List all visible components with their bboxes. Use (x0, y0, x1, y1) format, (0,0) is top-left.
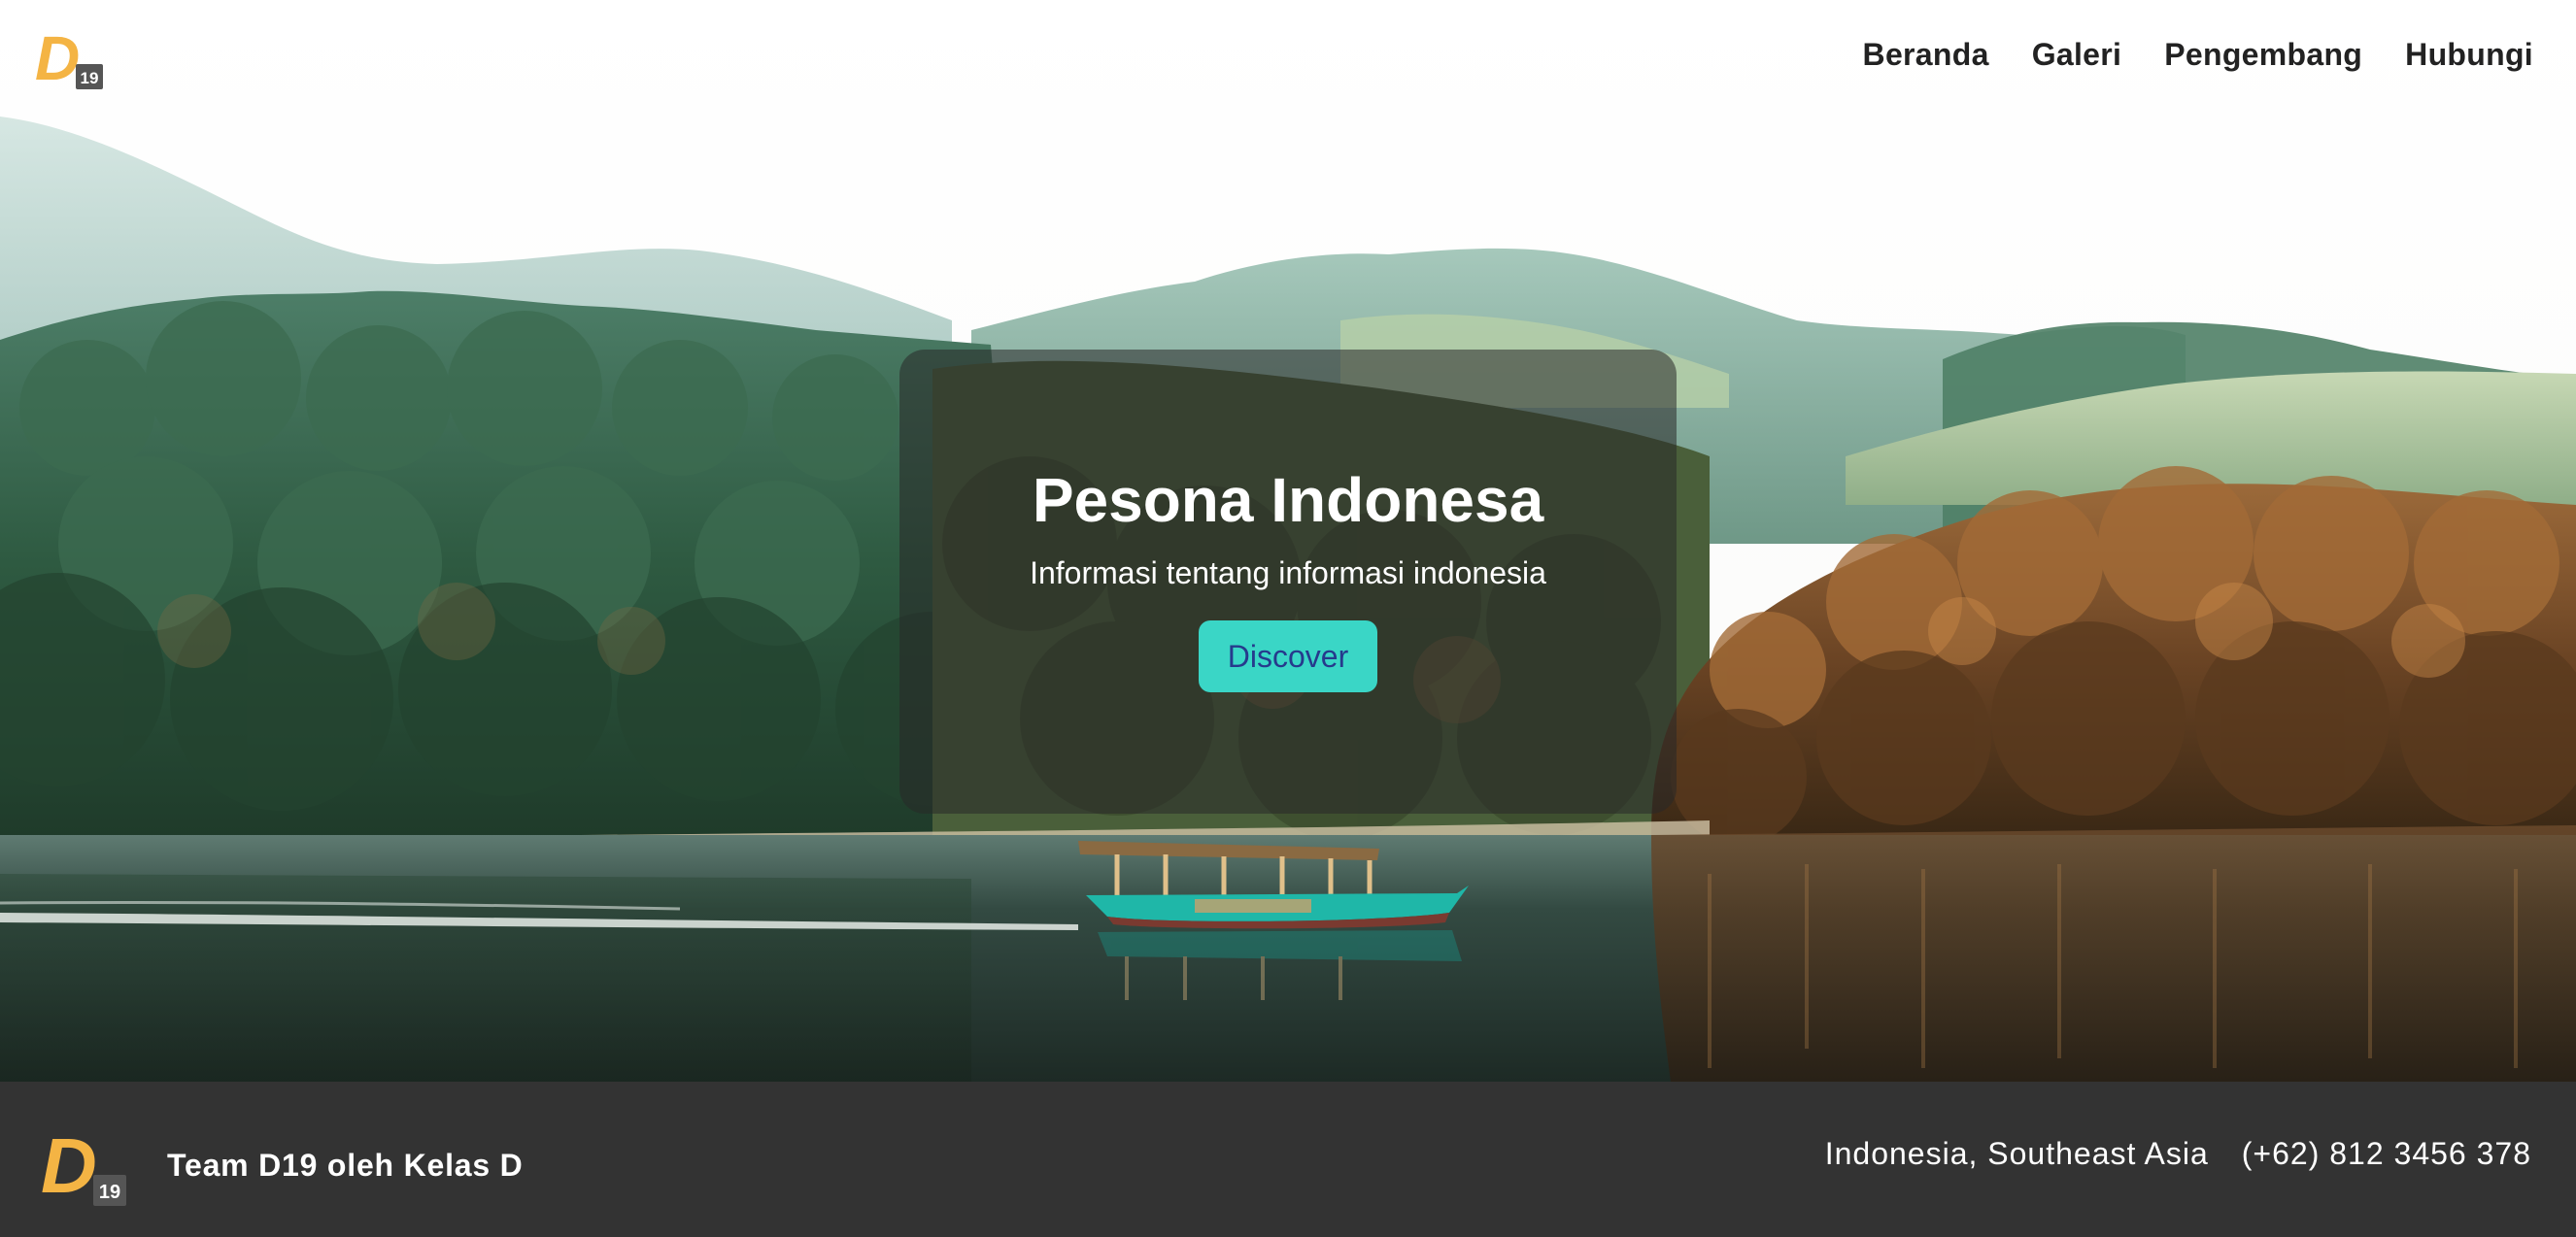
logo-mark-icon: D 19 (35, 23, 103, 93)
main-nav: Beranda Galeri Pengembang Hubungi (1863, 37, 2533, 73)
footer-logo: D 19 (39, 1122, 128, 1209)
logo-badge: 19 (81, 69, 99, 87)
hero-card: Pesona Indonesa Informasi tentang inform… (899, 350, 1677, 814)
footer-phone: (+62) 812 3456 378 (2241, 1136, 2531, 1171)
footer-team-text: Team D19 oleh Kelas D (167, 1148, 524, 1183)
footer-logo-mark-icon: D 19 (41, 1122, 126, 1209)
nav-hubungi[interactable]: Hubungi (2405, 37, 2533, 73)
header: D 19 Beranda Galeri Pengembang Hubungi (0, 0, 2576, 117)
discover-button[interactable]: Discover (1199, 620, 1377, 692)
footer-logo-badge: 19 (99, 1182, 120, 1203)
landing-page: Pesona Indonesa Informasi tentang inform… (0, 0, 2576, 1237)
footer: D 19 Team D19 oleh Kelas D Indonesia, So… (0, 1082, 2576, 1237)
hero-title: Pesona Indonesa (1032, 465, 1544, 535)
footer-logo-letter: D (41, 1124, 97, 1208)
footer-contact: Indonesia, Southeast Asia (+62) 812 3456… (1825, 1136, 2531, 1172)
nav-pengembang[interactable]: Pengembang (2164, 37, 2362, 73)
hero-section: Pesona Indonesa Informasi tentang inform… (0, 0, 2576, 1082)
logo[interactable]: D 19 (33, 23, 105, 93)
footer-location: Indonesia, Southeast Asia (1824, 1136, 2209, 1171)
nav-beranda[interactable]: Beranda (1863, 37, 1989, 73)
nav-galeri[interactable]: Galeri (2032, 37, 2122, 73)
logo-letter: D (35, 25, 80, 93)
hero-subtitle: Informasi tentang informasi indonesia (1030, 555, 1546, 590)
